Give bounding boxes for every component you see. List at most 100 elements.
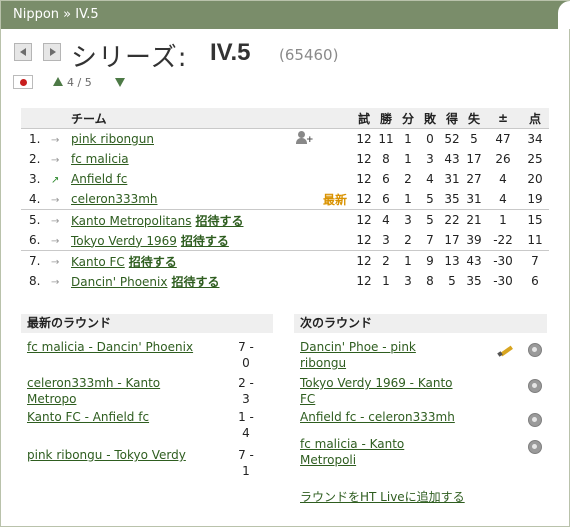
match-link[interactable]: Dancin' Phoe - pink (300, 340, 416, 354)
icon-cell (291, 230, 317, 251)
breadcrumb[interactable]: Nippon » IV.5 (13, 7, 99, 22)
position-cell: 8. (29, 274, 41, 288)
latest-match: pink ribongu - Tokyo Verdy (27, 447, 227, 463)
add-user-icon[interactable]: + (296, 130, 314, 145)
away-score: 3 (242, 392, 250, 406)
home-score: 7 - (238, 448, 254, 462)
unchanged-position-icon: → (51, 216, 60, 227)
next-match: fc malicia - Kanto Metropoli (300, 436, 490, 468)
japan-flag-icon[interactable] (13, 75, 33, 89)
team-cell: Anfield fc (71, 169, 291, 189)
next-series-button[interactable] (43, 43, 61, 61)
position-cell: 2. (29, 152, 41, 166)
stat-p: 12 (356, 152, 372, 166)
stat-pts: 6 (531, 274, 539, 288)
team-cell: Tokyo Verdy 1969 招待する (71, 230, 291, 251)
match-link[interactable]: Tokyo Verdy 1969 - Kanto (300, 376, 453, 390)
newest-badge (317, 149, 353, 169)
match-link-continued[interactable]: Metropoli (300, 453, 356, 467)
match-link-continued[interactable]: ribongu (300, 356, 346, 370)
magnifier-icon[interactable] (528, 379, 542, 393)
previous-series-button[interactable] (14, 43, 32, 61)
level-up-icon[interactable] (53, 77, 63, 86)
stat-p: 12 (353, 128, 375, 149)
home-score: 7 - (238, 340, 254, 354)
add-to-ht-live-link[interactable]: ラウンドをHT Liveに追加する (300, 488, 465, 505)
stat-w: 11 (375, 128, 397, 149)
unchanged-position-icon: → (51, 135, 60, 146)
team-link[interactable]: Kanto Metropolitans (71, 214, 191, 228)
magnifier-icon[interactable] (528, 440, 542, 454)
stat-pts: 19 (527, 192, 543, 206)
magnifier-icon[interactable] (528, 413, 542, 427)
latest-match: Kanto FC - Anfield fc (27, 409, 227, 425)
team-link[interactable]: Anfield fc (71, 172, 127, 186)
match-link[interactable]: fc malicia - Dancin' Phoenix (27, 340, 193, 354)
table-row: 6. → Tokyo Verdy 1969 招待する 12 3 2 7 17 39 -22 11 (21, 230, 549, 251)
match-link-continued[interactable]: FC (300, 392, 315, 406)
stat-diff: 47 (485, 128, 521, 149)
level-down-icon[interactable] (115, 78, 125, 87)
next-match: Anfield fc - celeron333mh (300, 409, 490, 425)
home-score: 2 - (238, 376, 254, 390)
match-link[interactable]: fc malicia - Kanto (300, 437, 404, 451)
stat-gf: 17 (444, 233, 460, 247)
header-blank (21, 108, 71, 129)
table-row: 4. → celeron333mh 最新 12 6 1 5 35 31 4 19 (21, 189, 549, 210)
team-link[interactable]: Kanto FC (71, 255, 125, 269)
next-round-title: 次のラウンド (300, 316, 373, 330)
stat-d: 2 (404, 172, 412, 186)
movement-cell: ↗ (51, 169, 71, 189)
stat-l: 4 (426, 172, 434, 186)
magnifier-icon[interactable] (528, 343, 542, 357)
stat-p: 12 (353, 209, 375, 230)
stat-ga: 17 (466, 152, 482, 166)
stat-w: 8 (382, 152, 390, 166)
latest-match: fc malicia - Dancin' Phoenix (27, 339, 227, 355)
match-link[interactable]: Kanto FC - Anfield fc (27, 410, 149, 424)
team-link[interactable]: Tokyo Verdy 1969 (71, 234, 177, 248)
team-link[interactable]: Dancin' Phoenix (71, 275, 167, 289)
stat-d: 1 (397, 250, 419, 271)
user-head (298, 130, 305, 138)
table-row: 7. → Kanto FC 招待する 12 2 1 9 13 43 -30 7 (21, 250, 549, 271)
newest-badge (317, 209, 353, 230)
match-score: 7 -0 (233, 339, 259, 371)
invite-link[interactable]: 招待する (129, 255, 177, 269)
title-bar-corner (558, 1, 570, 29)
position-cell: 3. (29, 172, 41, 186)
match-link-continued[interactable]: Metropo (27, 392, 76, 406)
header-goals-against: 失 (463, 108, 485, 129)
stat-d: 1 (404, 152, 412, 166)
next-round-header: 次のラウンド (294, 314, 547, 333)
team-link[interactable]: celeron333mh (71, 192, 158, 206)
match-score: 7 -1 (233, 447, 259, 479)
invite-link[interactable]: 招待する (195, 214, 243, 228)
match-link[interactable]: pink ribongu - Tokyo Verdy (27, 448, 186, 462)
match-link[interactable]: Anfield fc - celeron333mh (300, 410, 455, 424)
table-row: 5. → Kanto Metropolitans 招待する 12 4 3 5 22 21 1 15 (21, 209, 549, 230)
next-match: Dancin' Phoe - pink ribongu (300, 339, 490, 371)
stat-ga: 43 (463, 250, 485, 271)
match-link[interactable]: celeron333mh - Kanto (27, 376, 160, 390)
match-score: 2 -3 (233, 375, 259, 407)
team-link[interactable]: pink ribongun (71, 132, 154, 146)
invite-link[interactable]: 招待する (181, 234, 229, 248)
pencil-icon[interactable] (497, 343, 514, 357)
movement-cell: → (51, 149, 71, 169)
stat-l: 9 (419, 250, 441, 271)
title-bar: Nippon » IV.5 (1, 1, 570, 29)
header-icon (291, 108, 317, 129)
invite-link[interactable]: 招待する (171, 275, 219, 289)
stat-pts: 7 (521, 250, 549, 271)
table-row: 2. → fc malicia 12 8 1 3 43 17 26 25 (21, 149, 549, 169)
stat-l: 3 (426, 152, 434, 166)
team-link[interactable]: fc malicia (71, 152, 129, 166)
stat-w: 4 (375, 209, 397, 230)
stat-gf: 35 (444, 192, 460, 206)
series-name: IV.5 (210, 39, 251, 66)
team-cell: Kanto FC 招待する (71, 250, 291, 271)
league-page: Nippon » IV.5 シリーズ: IV.5 (65460) 4 ∕ 5 チ… (0, 0, 570, 527)
stat-ga: 35 (466, 274, 482, 288)
stat-diff: -30 (485, 250, 521, 271)
